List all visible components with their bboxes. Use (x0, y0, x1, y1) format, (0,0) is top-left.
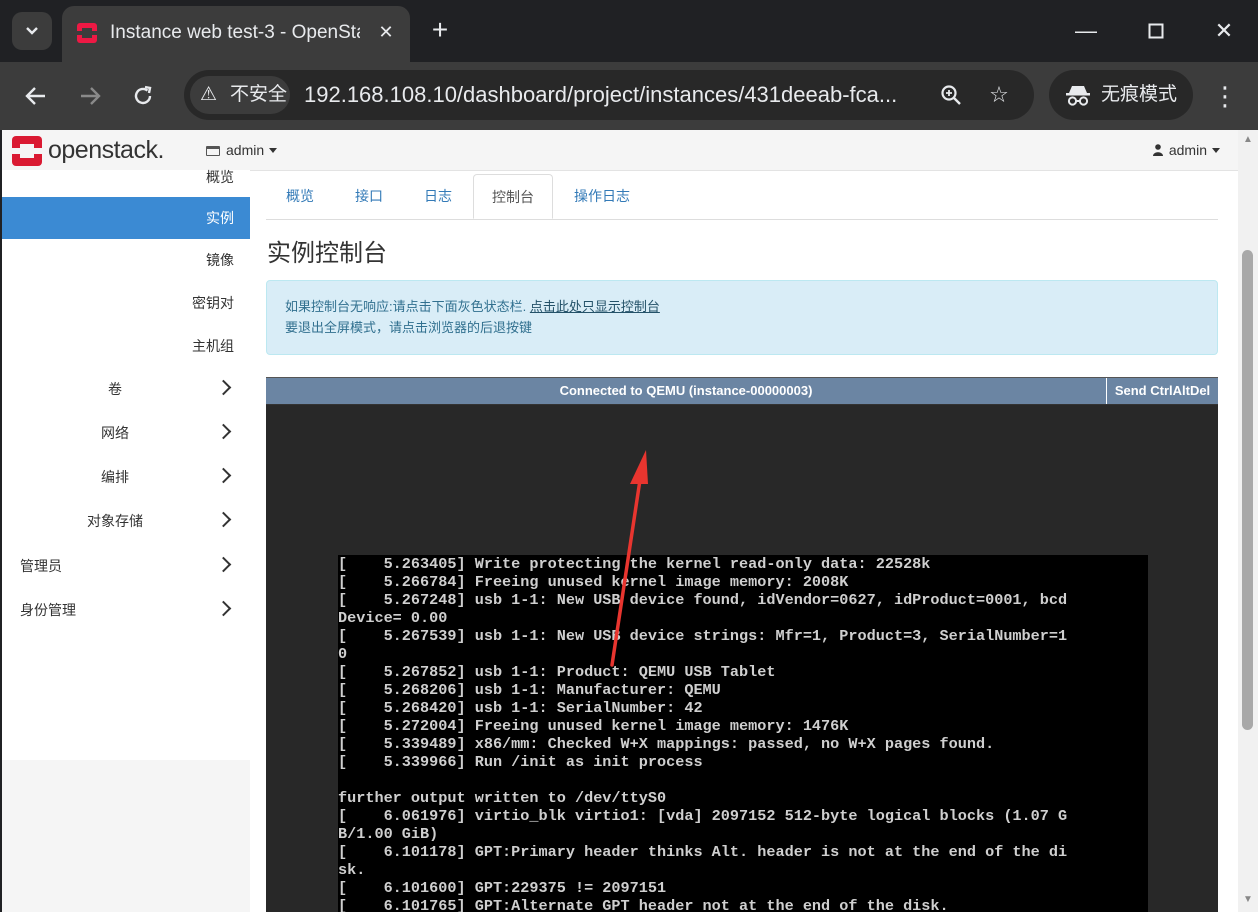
menu-kebab-icon[interactable]: ⋮ (1210, 78, 1240, 114)
tab-title: Instance web test-3 - OpenStack (110, 22, 360, 43)
sidebar-footer (2, 760, 250, 912)
project-icon (206, 146, 220, 156)
new-tab-icon[interactable]: + (424, 14, 456, 46)
dashboard-page: openstack. admin admin 概览 实例 镜像 密钥对 主机组 … (2, 130, 1238, 912)
caret-down-icon (269, 148, 278, 153)
sidebar-group-admin[interactable]: 管理员 (2, 544, 250, 588)
caret-down-icon (1212, 148, 1220, 153)
scroll-up-icon[interactable]: ▲ (1242, 134, 1254, 146)
chevron-right-icon (215, 511, 232, 528)
tab-interfaces[interactable]: 接口 (337, 174, 401, 218)
vnc-console[interactable]: Connected to QEMU (instance-00000003) Se… (266, 377, 1218, 912)
chevron-right-icon (215, 556, 232, 573)
sidebar-group-object-store[interactable]: 对象存储 (2, 499, 250, 543)
incognito-icon (1066, 86, 1090, 106)
console-status-bar[interactable]: Connected to QEMU (instance-00000003) Se… (266, 377, 1218, 405)
instance-tabs: 概览 接口 日志 控制台 操作日志 (266, 174, 1218, 220)
send-ctrl-alt-del-button[interactable]: Send CtrlAltDel (1106, 378, 1218, 404)
tab-action-log[interactable]: 操作日志 (556, 174, 648, 218)
scrollbar-thumb[interactable] (1242, 250, 1253, 730)
incognito-label: 无痕模式 (1101, 84, 1178, 105)
sidebar: 概览 实例 镜像 密钥对 主机组 卷 网络 编排 对象存储 管理员 身份管理 (2, 169, 250, 760)
security-chip[interactable]: ⚠ 不安全 (190, 76, 290, 114)
back-icon[interactable] (18, 78, 54, 114)
minimize-icon[interactable]: — (1066, 14, 1106, 48)
chevron-right-icon (215, 423, 232, 440)
console-output: [ 5.263405] Write protecting the kernel … (338, 555, 1068, 912)
sidebar-group-orchestration[interactable]: 编排 (2, 455, 250, 499)
sidebar-item-server-groups[interactable]: 主机组 (2, 325, 250, 367)
tab-search-button[interactable] (12, 12, 52, 50)
incognito-badge[interactable]: 无痕模式 (1049, 70, 1193, 120)
security-label: 不安全 (230, 84, 288, 105)
page-title: 实例控制台 (267, 240, 387, 267)
chevron-down-icon (26, 27, 38, 35)
tab-close-icon[interactable]: ✕ (374, 20, 398, 44)
openstack-favicon-icon (77, 23, 97, 43)
user-dropdown[interactable]: admin (1152, 140, 1220, 160)
reload-icon[interactable] (125, 78, 161, 114)
zoom-icon[interactable] (936, 80, 966, 110)
sidebar-item-images[interactable]: 镜像 (2, 239, 250, 281)
warning-icon: ⚠ (200, 84, 218, 105)
close-window-icon[interactable]: ✕ (1204, 14, 1244, 48)
sidebar-item-instances[interactable]: 实例 (2, 197, 250, 239)
alert-text-line2: 要退出全屏模式，请点击浏览器的后退按键 (285, 320, 533, 335)
browser-toolbar: ⚠ 不安全 192.168.108.10/dashboard/project/i… (0, 62, 1258, 130)
chevron-right-icon (215, 600, 232, 617)
sidebar-group-volumes[interactable]: 卷 (2, 367, 250, 411)
tab-log[interactable]: 日志 (406, 174, 470, 218)
chevron-right-icon (215, 379, 232, 396)
sidebar-group-identity[interactable]: 身份管理 (2, 588, 250, 632)
tab-overview[interactable]: 概览 (268, 174, 332, 218)
sidebar-group-network[interactable]: 网络 (2, 411, 250, 455)
chevron-right-icon (215, 467, 232, 484)
alert-text-line1: 如果控制台无响应:请点击下面灰色状态栏. (285, 299, 527, 314)
address-bar[interactable]: ⚠ 不安全 192.168.108.10/dashboard/project/i… (184, 70, 1034, 120)
page-scrollbar[interactable]: ▲ ▼ (1238, 130, 1258, 912)
user-icon (1152, 144, 1163, 156)
forward-icon[interactable] (72, 78, 108, 114)
scroll-down-icon[interactable]: ▼ (1242, 894, 1254, 906)
maximize-icon[interactable] (1136, 14, 1176, 48)
console-status[interactable]: Connected to QEMU (instance-00000003) (266, 378, 1106, 404)
sidebar-item-keypairs[interactable]: 密钥对 (2, 282, 250, 324)
bookmark-star-icon[interactable]: ☆ (984, 80, 1014, 110)
sidebar-item-overview[interactable]: 概览 (2, 156, 250, 198)
tab-console[interactable]: 控制台 (473, 174, 553, 219)
console-screen[interactable]: [ 5.263405] Write protecting the kernel … (338, 555, 1148, 912)
browser-tabstrip: Instance web test-3 - OpenStack ✕ + — ✕ (0, 0, 1258, 62)
url-text[interactable]: 192.168.108.10/dashboard/project/instanc… (304, 70, 924, 120)
browser-tab-active[interactable]: Instance web test-3 - OpenStack ✕ (62, 6, 410, 62)
console-info-alert: 如果控制台无响应:请点击下面灰色状态栏. 点击此处只显示控制台 要退出全屏模式，… (266, 280, 1218, 355)
user-label: admin (1168, 142, 1207, 158)
console-only-link[interactable]: 点击此处只显示控制台 (530, 299, 660, 314)
